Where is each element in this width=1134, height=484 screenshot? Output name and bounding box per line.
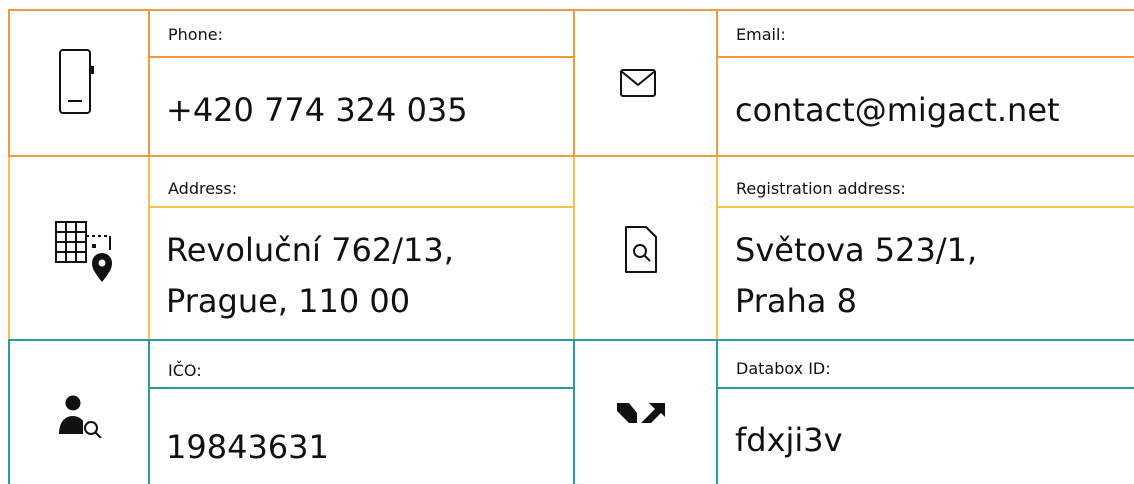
row1-top-border — [8, 9, 1134, 11]
row1-label-divider-right — [716, 56, 1134, 58]
row2-divider-c — [716, 157, 718, 339]
row2-label-divider-right — [716, 206, 1134, 208]
databox-arrows-icon — [617, 403, 665, 423]
row3-divider-b — [573, 339, 575, 484]
row1-left-border — [8, 9, 10, 157]
row3-label-divider-left — [148, 387, 573, 389]
row3-divider-a — [148, 339, 150, 484]
row3-label-divider-right — [716, 387, 1134, 389]
row3-top-border — [8, 339, 1134, 341]
address-line-2: Prague, 110 00 — [166, 282, 411, 320]
address-label: Address: — [168, 179, 238, 198]
smartphone-icon — [59, 49, 94, 114]
row1-divider-a — [148, 9, 150, 157]
row2-left-border — [8, 157, 10, 339]
row2-divider-b — [573, 157, 575, 339]
email-link[interactable]: contact@migact.net — [735, 88, 1060, 132]
phone-label: Phone: — [168, 25, 223, 44]
row2-divider-a — [148, 157, 150, 339]
databox-label: Databox ID: — [736, 359, 831, 378]
row1-divider-b — [573, 9, 575, 157]
ico-label: IČO: — [168, 361, 202, 380]
email-label: Email: — [736, 25, 786, 44]
ico-value: 19843631 — [166, 428, 329, 466]
address-line-1: Revoluční 762/13, — [166, 231, 454, 269]
row1-divider-c — [716, 9, 718, 157]
document-search-icon — [625, 226, 657, 273]
row3-divider-c — [716, 339, 718, 484]
envelope-icon — [620, 69, 656, 97]
person-search-icon — [59, 395, 102, 438]
registration-address-line-2: Praha 8 — [735, 282, 857, 320]
building-pin-icon — [55, 221, 112, 282]
databox-value: fdxji3v — [735, 421, 843, 459]
registration-address-line-1: Světova 523/1, — [735, 231, 978, 269]
row3-left-border — [8, 339, 10, 484]
registration-address-label: Registration address: — [736, 179, 906, 198]
row1-bottom-border — [8, 155, 1134, 157]
phone-value[interactable]: +420 774 324 035 — [166, 88, 468, 132]
row1-label-divider-left — [148, 56, 573, 58]
row2-label-divider-left — [148, 206, 573, 208]
